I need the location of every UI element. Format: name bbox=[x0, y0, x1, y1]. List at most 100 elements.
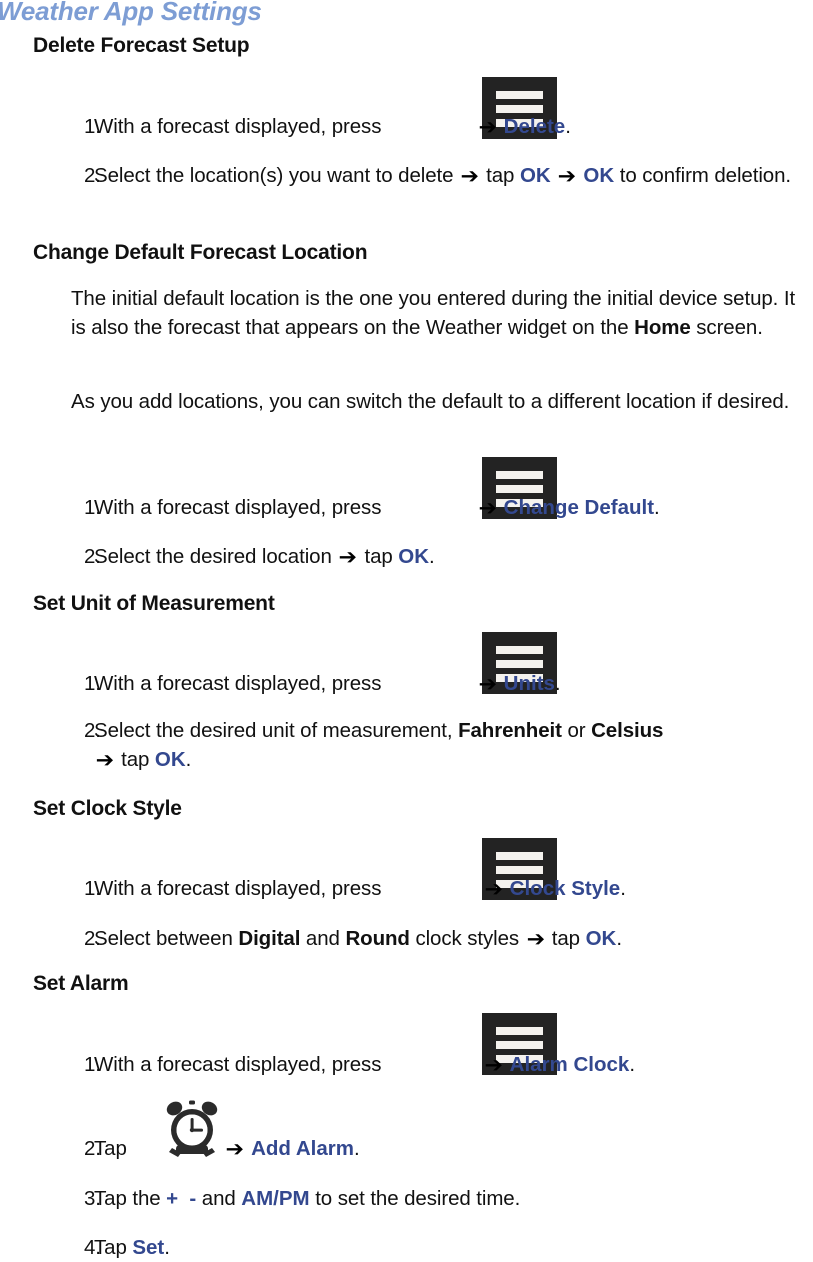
list-item: 2. Tap ➔ Add Alarm. bbox=[60, 1134, 813, 1163]
step-text-mid: tap bbox=[121, 748, 150, 771]
right-arrow-icon: ➔ bbox=[484, 1053, 503, 1077]
link-change-default[interactable]: Change Default bbox=[504, 496, 654, 519]
paragraph: The initial default location is the one … bbox=[71, 284, 801, 342]
list-number: 1. bbox=[84, 672, 101, 695]
step-text: With a forecast displayed, press bbox=[94, 877, 382, 900]
paragraph-text: As you add locations, you can switch the… bbox=[71, 390, 790, 413]
step-text-mid: tap bbox=[551, 927, 580, 950]
right-arrow-icon-2: ➔ bbox=[557, 164, 577, 188]
list-text: Select between Digital and Round clock s… bbox=[94, 924, 813, 953]
right-arrow-icon: ➔ bbox=[526, 927, 545, 951]
step-text-post: to confirm deletion. bbox=[619, 164, 791, 187]
step-period: . bbox=[616, 927, 622, 950]
ampm-toggle[interactable]: AM/PM bbox=[241, 1187, 309, 1210]
list-text: With a forecast displayed, press ➔ Chang… bbox=[94, 493, 813, 522]
step-text: Select the desired location bbox=[94, 545, 332, 568]
link-ok-2[interactable]: OK bbox=[583, 164, 614, 187]
bold-home: Home bbox=[634, 316, 691, 339]
list-number: 3. bbox=[84, 1187, 101, 1210]
list-text: With a forecast displayed, press ➔ Delet… bbox=[94, 112, 813, 141]
link-delete[interactable]: Delete bbox=[504, 115, 566, 138]
section-heading-change-default-forecast-location: Change Default Forecast Location bbox=[33, 241, 368, 264]
step-text-or: or bbox=[561, 719, 592, 742]
step-text: Select the desired unit of measurement, bbox=[94, 719, 459, 742]
step-text: Select between bbox=[94, 927, 239, 950]
step-text-post: to set the desired time. bbox=[309, 1187, 521, 1210]
right-arrow-icon: ➔ bbox=[460, 164, 479, 188]
list-text: With a forecast displayed, press ➔ Alarm… bbox=[94, 1050, 813, 1079]
list-item: 2. Select the location(s) you want to de… bbox=[60, 161, 813, 190]
page-title: Weather App Settings bbox=[0, 0, 262, 26]
list-text: Select the location(s) you want to delet… bbox=[94, 161, 813, 190]
section-heading-set-clock-style: Set Clock Style bbox=[33, 797, 182, 820]
list-item: 2. Select the desired unit of measuremen… bbox=[60, 716, 813, 774]
list-number: 1. bbox=[84, 1053, 101, 1076]
right-arrow-icon: ➔ bbox=[225, 1137, 244, 1161]
right-arrow-icon: ➔ bbox=[95, 748, 114, 772]
step-text-and: and bbox=[300, 927, 346, 950]
step-period: . bbox=[164, 1236, 170, 1259]
list-number: 2. bbox=[84, 545, 101, 568]
step-text-clock-styles: clock styles bbox=[409, 927, 520, 950]
right-arrow-icon: ➔ bbox=[478, 496, 497, 520]
step-text-mid: tap bbox=[364, 545, 393, 568]
plus-button[interactable]: + bbox=[166, 1187, 178, 1210]
list-text: With a forecast displayed, press ➔ Clock… bbox=[94, 874, 813, 903]
step-period: . bbox=[429, 545, 435, 568]
link-set[interactable]: Set bbox=[132, 1236, 164, 1259]
list-item: 2. Select the desired location ➔ tap OK. bbox=[60, 542, 813, 571]
list-item: 4. Tap Set. bbox=[60, 1233, 813, 1262]
bold-digital: Digital bbox=[238, 927, 301, 950]
list-number: 2. bbox=[84, 719, 101, 742]
step-text: With a forecast displayed, press bbox=[94, 115, 382, 138]
step-period: . bbox=[353, 1137, 360, 1160]
right-arrow-icon: ➔ bbox=[478, 672, 497, 696]
list-item: 2. Select between Digital and Round cloc… bbox=[60, 924, 813, 953]
section-heading-delete-forecast-setup: Delete Forecast Setup bbox=[33, 34, 250, 57]
step-text: Tap the bbox=[94, 1187, 167, 1210]
list-item: 1. With a forecast displayed, press ➔ Un… bbox=[60, 669, 813, 698]
list-number: 4. bbox=[84, 1236, 101, 1259]
list-number: 1. bbox=[84, 115, 101, 138]
link-ok[interactable]: OK bbox=[586, 927, 617, 950]
list-item: 1. With a forecast displayed, press ➔ De… bbox=[60, 112, 813, 141]
list-text: Select the desired unit of measurement, … bbox=[94, 716, 813, 774]
step-text: Tap bbox=[94, 1236, 133, 1259]
link-alarm-clock[interactable]: Alarm Clock bbox=[510, 1053, 630, 1076]
list-text: Tap Set. bbox=[94, 1233, 813, 1262]
link-clock-style[interactable]: Clock Style bbox=[510, 877, 621, 900]
right-arrow-icon: ➔ bbox=[338, 545, 358, 569]
step-text: With a forecast displayed, press bbox=[94, 672, 382, 695]
list-number: 1. bbox=[84, 496, 101, 519]
list-text: Tap ➔ Add Alarm. bbox=[94, 1134, 813, 1163]
step-text: With a forecast displayed, press bbox=[94, 1053, 382, 1076]
list-item: 1. With a forecast displayed, press ➔ Cl… bbox=[60, 874, 813, 903]
step-period: . bbox=[654, 496, 660, 519]
section-heading-set-unit-of-measurement: Set Unit of Measurement bbox=[33, 592, 275, 615]
list-text: Tap the + - and AM/PM to set the desired… bbox=[94, 1184, 813, 1213]
paragraph: As you add locations, you can switch the… bbox=[71, 387, 801, 416]
step-period: . bbox=[565, 115, 571, 138]
step-period: . bbox=[554, 672, 561, 695]
list-item: 1. With a forecast displayed, press ➔ Ch… bbox=[60, 493, 813, 522]
step-period: . bbox=[620, 877, 626, 900]
list-item: 3. Tap the + - and AM/PM to set the desi… bbox=[60, 1184, 813, 1213]
link-add-alarm[interactable]: Add Alarm bbox=[251, 1137, 354, 1160]
link-ok[interactable]: OK bbox=[520, 164, 551, 187]
list-number: 1. bbox=[84, 877, 101, 900]
step-text-and: and bbox=[196, 1187, 242, 1210]
right-arrow-icon: ➔ bbox=[478, 115, 497, 139]
link-units[interactable]: Units bbox=[504, 672, 555, 695]
step-text: Select the location(s) you want to delet… bbox=[94, 164, 454, 187]
section-heading-set-alarm: Set Alarm bbox=[33, 972, 129, 995]
bold-celsius: Celsius bbox=[591, 719, 664, 742]
list-text: Select the desired location ➔ tap OK. bbox=[94, 542, 813, 571]
list-text: With a forecast displayed, press ➔ Units… bbox=[94, 669, 813, 698]
step-period: . bbox=[629, 1053, 635, 1076]
right-arrow-icon: ➔ bbox=[484, 877, 503, 901]
link-ok[interactable]: OK bbox=[398, 545, 429, 568]
list-number: 2. bbox=[84, 164, 101, 187]
list-number: 2. bbox=[84, 1137, 101, 1160]
step-text-mid: tap bbox=[486, 164, 515, 187]
link-ok[interactable]: OK bbox=[155, 748, 186, 771]
